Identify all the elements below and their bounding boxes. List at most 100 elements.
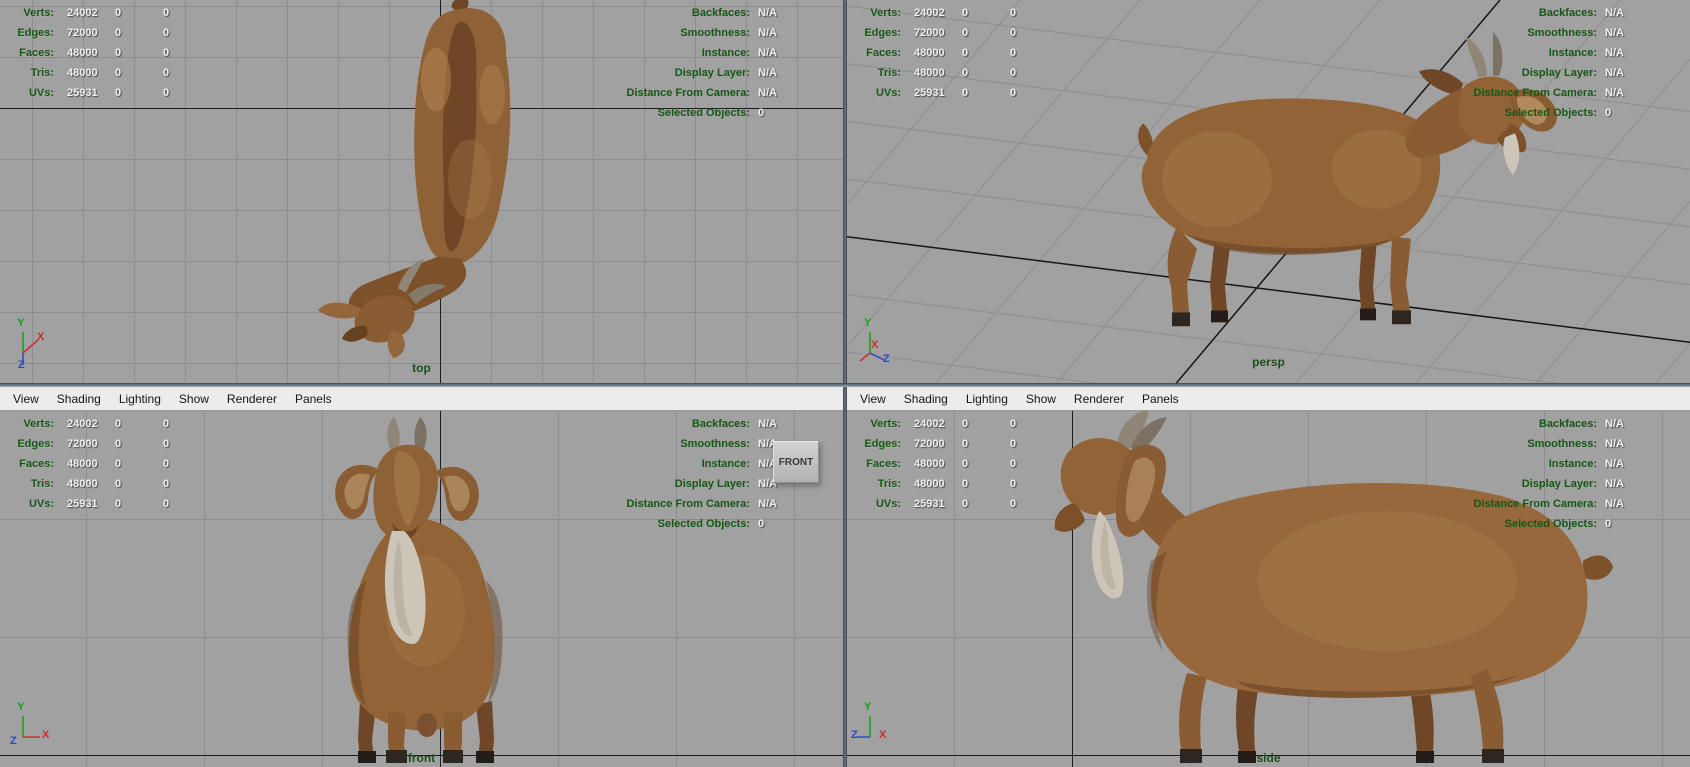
hud-info-label: Selected Objects: (1504, 107, 1597, 119)
hud-info-row: Instance: N/A (592, 43, 840, 63)
hud-stat-row: Edges: 72000 0 0 (8, 23, 203, 43)
hud-stat-label: Faces: (19, 458, 54, 470)
hud-stat-value-3: 0 (163, 7, 170, 19)
hud-stat-value-3: 0 (1010, 67, 1017, 79)
hud-info-value: N/A (1605, 7, 1624, 19)
viewport-canvas-front[interactable]: Verts: 24002 0 0 Edges: 72000 0 0 Faces:… (0, 411, 843, 767)
menu-item[interactable]: View (851, 392, 895, 406)
axis-x-label: X (879, 729, 887, 741)
view-label-top: top (412, 361, 431, 375)
viewport-persp[interactable]: Verts: 24002 0 0 Edges: 72000 0 0 Faces:… (847, 0, 1690, 383)
hud-info-label: Instance: (1548, 47, 1597, 59)
panel-menubar-side: View Shading Lighting Show Renderer Panels (847, 387, 1690, 411)
hud-info-value: N/A (1605, 418, 1624, 430)
hud-info-row: Selected Objects: 0 (1439, 514, 1687, 534)
hud-stat-row: Tris: 48000 0 0 (8, 63, 203, 83)
hud-stat-label: Verts: (23, 7, 54, 19)
front-overlay-plate: FRONT (773, 441, 819, 483)
menu-item[interactable]: Lighting (110, 392, 170, 406)
hud-stat-value-2: 0 (962, 7, 969, 19)
axis-x-label: X (871, 339, 879, 351)
hud-info-row: Instance: N/A (1439, 454, 1687, 474)
hud-info-label: Display Layer: (1521, 478, 1597, 490)
hud-stat-value-3: 0 (163, 478, 170, 490)
hud-info-value: N/A (1605, 27, 1624, 39)
hud-stat-value-3: 0 (163, 438, 170, 450)
viewport-canvas-persp[interactable]: Verts: 24002 0 0 Edges: 72000 0 0 Faces:… (847, 0, 1690, 383)
hud-info-value: N/A (1605, 498, 1624, 510)
hud-stat-row: UVs: 25931 0 0 (8, 83, 203, 103)
hud-stat-label: Edges: (864, 438, 901, 450)
hud-info-label: Selected Objects: (657, 107, 750, 119)
hud-stat-value-2: 0 (962, 438, 969, 450)
hud-poly-count: Verts: 24002 0 0 Edges: 72000 0 0 Faces:… (855, 3, 1050, 103)
hud-stat-row: Verts: 24002 0 0 (8, 3, 203, 23)
hud-info-row: Backfaces: N/A (1439, 414, 1687, 434)
menu-item[interactable]: Lighting (957, 392, 1017, 406)
menu-item[interactable]: Shading (895, 392, 957, 406)
hud-stat-value-3: 0 (1010, 7, 1017, 19)
viewport-top[interactable]: Verts: 24002 0 0 Edges: 72000 0 0 Faces:… (0, 0, 843, 383)
viewport-side[interactable]: View Shading Lighting Show Renderer Panels (847, 387, 1690, 767)
hud-info-label: Instance: (701, 47, 750, 59)
hud-info-label: Smoothness: (1527, 438, 1597, 450)
hud-info-value: 0 (758, 518, 765, 530)
hud-stat-value-2: 0 (962, 27, 969, 39)
hud-info-label: Smoothness: (1527, 27, 1597, 39)
viewport-canvas-top[interactable]: Verts: 24002 0 0 Edges: 72000 0 0 Faces:… (0, 0, 843, 383)
menu-item[interactable]: Shading (48, 392, 110, 406)
hud-info-value: N/A (758, 47, 777, 59)
hud-info-row: Display Layer: N/A (592, 63, 840, 83)
hud-info-value: 0 (758, 107, 765, 119)
menu-item[interactable]: Renderer (218, 392, 286, 406)
hud-stat-label: UVs: (875, 498, 901, 510)
viewport-canvas-side[interactable]: Verts: 24002 0 0 Edges: 72000 0 0 Faces:… (847, 411, 1690, 767)
menu-item[interactable]: View (4, 392, 48, 406)
hud-stat-value-3: 0 (1010, 438, 1017, 450)
hud-stat-row: Edges: 72000 0 0 (855, 434, 1050, 454)
hud-info-label: Smoothness: (680, 27, 750, 39)
hud-stat-row: UVs: 25931 0 0 (855, 83, 1050, 103)
hud-info-value: N/A (758, 87, 777, 99)
hud-stat-value-1: 72000 (67, 438, 98, 450)
hud-stat-value-1: 48000 (67, 47, 98, 59)
maya-quad-viewport: Verts: 24002 0 0 Edges: 72000 0 0 Faces:… (0, 0, 1690, 767)
menu-item[interactable]: Show (170, 392, 218, 406)
hud-stat-value-2: 0 (115, 27, 122, 39)
hud-stat-row: Faces: 48000 0 0 (855, 43, 1050, 63)
hud-stat-value-2: 0 (962, 498, 969, 510)
hud-stat-label: Edges: (17, 438, 54, 450)
hud-stat-label: Tris: (30, 67, 54, 79)
hud-object-info: Backfaces: N/A Smoothness: N/A Instance:… (1439, 414, 1687, 534)
hud-info-label: Instance: (1548, 458, 1597, 470)
hud-stat-value-1: 24002 (67, 418, 98, 430)
hud-stat-value-2: 0 (115, 87, 122, 99)
hud-stat-value-1: 48000 (67, 67, 98, 79)
viewport-front[interactable]: View Shading Lighting Show Renderer Panels (0, 387, 843, 767)
hud-info-value: N/A (758, 67, 777, 79)
axis-y-label: Y (17, 317, 25, 329)
hud-info-row: Distance From Camera: N/A (592, 494, 840, 514)
hud-info-label: Backfaces: (691, 7, 750, 19)
hud-stat-value-2: 0 (962, 418, 969, 430)
hud-stat-label: Tris: (877, 478, 901, 490)
hud-stat-row: Tris: 48000 0 0 (8, 474, 203, 494)
hud-stat-value-2: 0 (115, 438, 122, 450)
hud-stat-value-1: 48000 (914, 67, 945, 79)
hud-stat-label: Edges: (864, 27, 901, 39)
hud-stat-value-1: 24002 (914, 7, 945, 19)
hud-info-row: Smoothness: N/A (592, 23, 840, 43)
hud-info-label: Backfaces: (691, 418, 750, 430)
hud-stat-value-2: 0 (962, 87, 969, 99)
hud-stat-label: Verts: (870, 418, 901, 430)
menu-item[interactable]: Show (1017, 392, 1065, 406)
hud-info-value: N/A (1605, 458, 1624, 470)
hud-info-row: Backfaces: N/A (1439, 3, 1687, 23)
menu-item[interactable]: Panels (1133, 392, 1188, 406)
hud-stat-row: Verts: 24002 0 0 (8, 414, 203, 434)
axis-z-label: Z (10, 735, 17, 747)
menu-item[interactable]: Panels (286, 392, 341, 406)
hud-stat-value-1: 25931 (67, 87, 98, 99)
hud-stat-label: UVs: (28, 498, 54, 510)
menu-item[interactable]: Renderer (1065, 392, 1133, 406)
